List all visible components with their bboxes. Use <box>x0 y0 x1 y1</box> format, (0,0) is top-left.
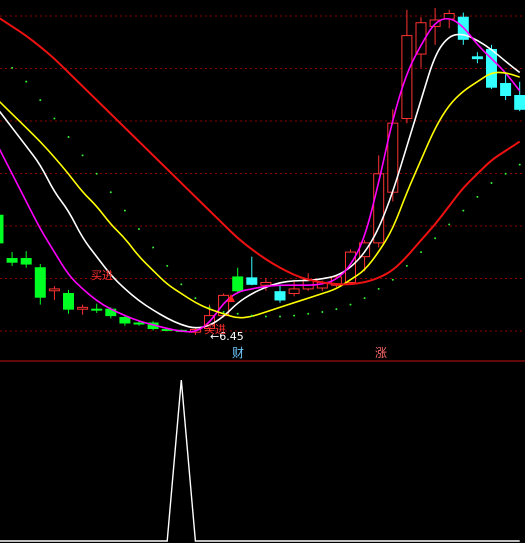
candle[interactable] <box>48 288 60 292</box>
stock-chart: ←6.45 买进 买进 财 涨 <box>0 8 525 542</box>
ma-dot <box>377 287 380 290</box>
ma-dot <box>335 308 338 311</box>
candle[interactable] <box>471 56 483 60</box>
ma-dot <box>67 135 70 138</box>
ma-dot <box>307 312 310 315</box>
buy-signal-label: 买进 <box>91 269 113 282</box>
ma-dot <box>391 278 394 281</box>
moving-average-line <box>0 71 520 319</box>
ma-dot <box>25 80 28 83</box>
ma-dot <box>462 209 465 212</box>
ma-dot <box>138 228 140 231</box>
ma-dot <box>264 315 267 318</box>
ma-dot <box>222 310 225 313</box>
ma-dot <box>180 283 183 286</box>
ma-dot <box>152 246 155 249</box>
ma-dot <box>11 66 14 69</box>
ma-dot <box>95 172 98 175</box>
ma-dot <box>250 314 253 317</box>
buy-signal-label: 买进 <box>204 323 226 336</box>
ma-dot <box>123 209 126 212</box>
candle[interactable] <box>6 258 18 263</box>
ma-dot <box>279 315 281 318</box>
ma-dot <box>39 99 42 102</box>
ma-dot <box>293 314 296 317</box>
ma-dot <box>448 223 451 226</box>
moving-average-line <box>0 17 521 286</box>
candle[interactable] <box>246 277 258 285</box>
candle[interactable] <box>288 288 300 295</box>
ma-dot <box>109 191 112 194</box>
candle[interactable] <box>20 258 32 265</box>
ma-dot <box>490 182 493 184</box>
ma-dot <box>363 297 366 300</box>
moving-averages-layer <box>0 17 521 333</box>
ma-dot <box>53 117 56 120</box>
indicator-panel <box>0 379 520 542</box>
ma-dot <box>504 172 507 175</box>
candle[interactable] <box>500 83 512 96</box>
separator-label-cai: 财 <box>232 346 244 360</box>
ma-dot <box>194 297 197 300</box>
separator-label-zhang: 涨 <box>375 345 387 360</box>
candle[interactable] <box>514 95 525 110</box>
ma-dot <box>434 237 437 240</box>
candle[interactable] <box>119 316 131 324</box>
ma-dot <box>208 306 211 309</box>
ma-dot <box>321 310 324 313</box>
indicator-line <box>0 379 520 542</box>
ma-dot <box>420 251 422 254</box>
candle[interactable] <box>274 291 286 301</box>
ma-dot <box>518 163 521 166</box>
candle[interactable] <box>260 281 272 286</box>
candle[interactable] <box>34 267 46 298</box>
moving-average-line <box>0 17 521 333</box>
candle[interactable] <box>91 308 103 311</box>
candle[interactable] <box>63 293 74 310</box>
candle[interactable] <box>133 322 145 325</box>
candle[interactable] <box>401 35 413 120</box>
ma-dot <box>81 154 84 157</box>
ma-dot <box>405 264 408 267</box>
ma-dot <box>236 312 239 315</box>
candle[interactable] <box>232 276 244 292</box>
ma-dot <box>349 303 352 306</box>
candle[interactable] <box>77 306 89 310</box>
ma-dot <box>166 264 169 267</box>
candle[interactable] <box>0 214 4 244</box>
ma-dot <box>476 195 479 198</box>
